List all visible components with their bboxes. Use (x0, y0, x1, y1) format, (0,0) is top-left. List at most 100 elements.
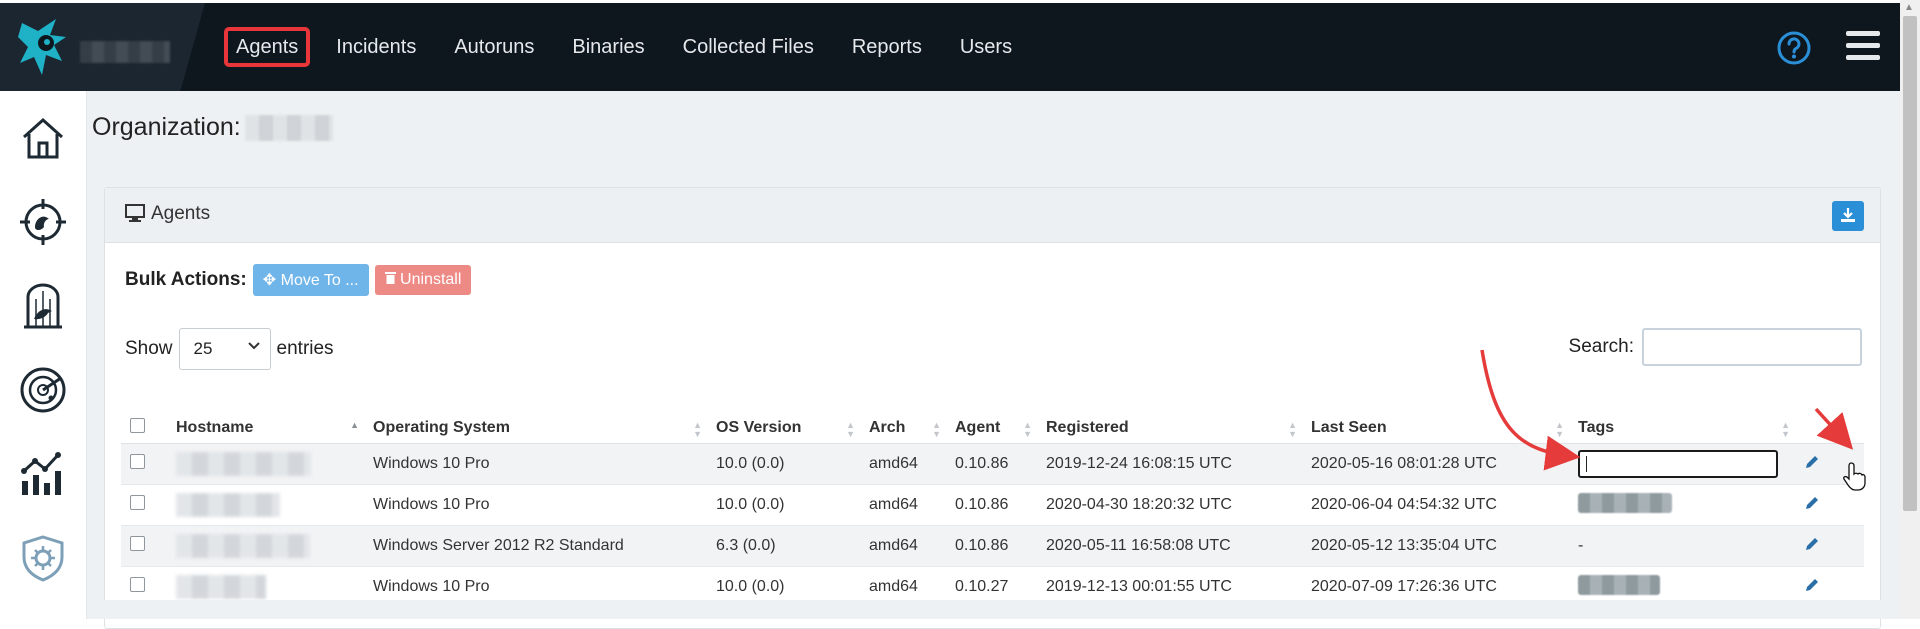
show-label: Show (125, 338, 173, 359)
table-header-row: Hostname ▲ Operating System ▲ ▼ OS Version ▲… (121, 413, 1864, 444)
radar-icon[interactable] (18, 365, 68, 415)
table-row[interactable]: Windows 10 Pro 10.0 (0.0) amd64 0.10.86 … (121, 484, 1864, 526)
arch-cell: amd64 (869, 443, 955, 485)
os-version-cell: 10.0 (0.0) (716, 443, 869, 485)
column-header-arch[interactable]: Arch ▲ ▼ (869, 413, 955, 444)
entries-control: Show 25 entries (125, 328, 334, 370)
os-cell: Windows 10 Pro (373, 443, 716, 485)
select-all-cell (121, 413, 176, 444)
sort-icon: ▲ ▼ (693, 420, 702, 439)
hostname-redacted (176, 452, 311, 476)
caged-bird-icon[interactable] (18, 281, 68, 331)
download-button[interactable] (1832, 201, 1864, 231)
hamburger-menu-icon[interactable] (1846, 31, 1880, 63)
entries-select[interactable]: 25 (178, 328, 271, 370)
text-cursor (1586, 456, 1587, 472)
tag-badge-redacted (1578, 492, 1672, 513)
pencil-icon[interactable] (1804, 495, 1820, 511)
registered-cell: 2020-05-11 16:58:08 UTC (1046, 525, 1311, 567)
home-icon[interactable] (18, 113, 68, 163)
sort-asc-icon: ▲ (350, 420, 359, 430)
row-checkbox[interactable] (130, 577, 145, 592)
arch-cell: amd64 (869, 484, 955, 526)
nav-agents[interactable]: Agents (224, 27, 311, 67)
organization-name-redacted (80, 41, 170, 63)
move-to-label: Move To ... (280, 272, 359, 289)
pencil-icon[interactable] (1804, 454, 1820, 470)
search-control: Search: (1569, 328, 1862, 366)
main-nav: Agents Incidents Autoruns Binaries Colle… (224, 25, 1038, 69)
download-icon (1841, 207, 1855, 222)
scroll-up-icon[interactable]: ▲ (1904, 2, 1914, 13)
bulk-actions-label: Bulk Actions: (125, 269, 247, 290)
row-checkbox[interactable] (130, 495, 145, 510)
column-header-operating-system[interactable]: Operating System ▲ ▼ (373, 413, 716, 444)
stats-chart-icon[interactable] (18, 449, 68, 499)
os-cell: Windows 10 Pro (373, 484, 716, 526)
os-version-cell: 10.0 (0.0) (716, 484, 869, 526)
nav-binaries[interactable]: Binaries (560, 27, 656, 67)
sort-icon: ▲ ▼ (1023, 420, 1032, 439)
table-row[interactable]: Windows 10 Pro 10.0 (0.0) amd64 0.10.86 … (121, 443, 1864, 485)
pencil-icon[interactable] (1804, 577, 1820, 593)
panel-title: Agents (125, 203, 210, 225)
registered-cell: 2020-04-30 18:20:32 UTC (1046, 484, 1311, 526)
threat-target-icon[interactable] (18, 197, 68, 247)
column-header-tags[interactable]: Tags ▲ ▼ (1578, 413, 1804, 444)
entries-label: entries (276, 338, 334, 359)
last-seen-cell: 2020-05-16 08:01:28 UTC (1311, 443, 1578, 485)
pencil-icon[interactable] (1804, 536, 1820, 552)
app-logo-icon[interactable] (16, 17, 70, 79)
agent-version-cell: 0.10.86 (955, 443, 1046, 485)
move-to-button[interactable]: ✥ Move To ... (252, 264, 369, 296)
last-seen-cell: 2020-06-04 04:54:32 UTC (1311, 484, 1578, 526)
last-seen-cell: 2020-05-12 13:35:04 UTC (1311, 525, 1578, 567)
chevron-down-icon (247, 342, 260, 350)
organization-label: Organization: (92, 113, 241, 141)
help-icon[interactable] (1776, 30, 1812, 66)
arch-cell: amd64 (869, 525, 955, 567)
panel-header: Agents (105, 188, 1880, 243)
os-version-cell: 6.3 (0.0) (716, 525, 869, 567)
row-checkbox[interactable] (130, 454, 145, 469)
column-header-agent[interactable]: Agent ▲ ▼ (955, 413, 1046, 444)
shield-gear-icon[interactable] (18, 533, 68, 583)
search-label: Search: (1568, 336, 1634, 357)
tag-badge-redacted (1578, 574, 1660, 595)
nav-autoruns[interactable]: Autoruns (442, 27, 546, 67)
row-checkbox[interactable] (130, 536, 145, 551)
bulk-actions: Bulk Actions: ✥ Move To ... Uninstall (125, 264, 472, 296)
hostname-redacted (176, 534, 310, 558)
entries-selected-value: 25 (193, 339, 213, 358)
vertical-scrollbar[interactable]: ▲ (1900, 0, 1920, 619)
search-input[interactable] (1642, 328, 1862, 366)
sort-icon: ▲ ▼ (846, 420, 855, 439)
sort-icon: ▲ ▼ (1288, 420, 1297, 439)
hostname-redacted (176, 493, 280, 517)
agents-panel: Agents Bulk Actions: ✥ Move To ... Unins… (104, 187, 1881, 629)
nav-collected-files[interactable]: Collected Files (671, 27, 826, 67)
select-all-checkbox[interactable] (130, 418, 145, 433)
uninstall-button[interactable]: Uninstall (374, 265, 472, 295)
table-row[interactable]: Windows Server 2012 R2 Standard 6.3 (0.0… (121, 525, 1864, 567)
column-header-last-seen[interactable]: Last Seen ▲ ▼ (1311, 413, 1578, 444)
page-title: Organization: (92, 113, 333, 142)
agent-version-cell: 0.10.86 (955, 484, 1046, 526)
nav-incidents[interactable]: Incidents (324, 27, 428, 67)
scrollbar-thumb[interactable] (1903, 16, 1917, 511)
nav-reports[interactable]: Reports (840, 27, 934, 67)
move-arrows-icon: ✥ (262, 272, 277, 289)
main-content: Organization: Agents Bulk Actions: ✥ Mov… (87, 91, 1900, 629)
monitor-icon (125, 204, 145, 222)
os-cell: Windows Server 2012 R2 Standard (373, 525, 716, 567)
tag-edit-input[interactable] (1578, 450, 1778, 478)
column-header-os-version[interactable]: OS Version ▲ ▼ (716, 413, 869, 444)
uninstall-label: Uninstall (400, 271, 462, 288)
sort-icon: ▲ ▼ (1781, 420, 1790, 439)
nav-users[interactable]: Users (948, 27, 1024, 67)
top-navbar: Agents Incidents Autoruns Binaries Colle… (0, 3, 1900, 91)
sort-icon: ▲ ▼ (1555, 420, 1564, 439)
column-header-registered[interactable]: Registered ▲ ▼ (1046, 413, 1311, 444)
agent-version-cell: 0.10.86 (955, 525, 1046, 567)
column-header-hostname[interactable]: Hostname ▲ (176, 413, 373, 444)
